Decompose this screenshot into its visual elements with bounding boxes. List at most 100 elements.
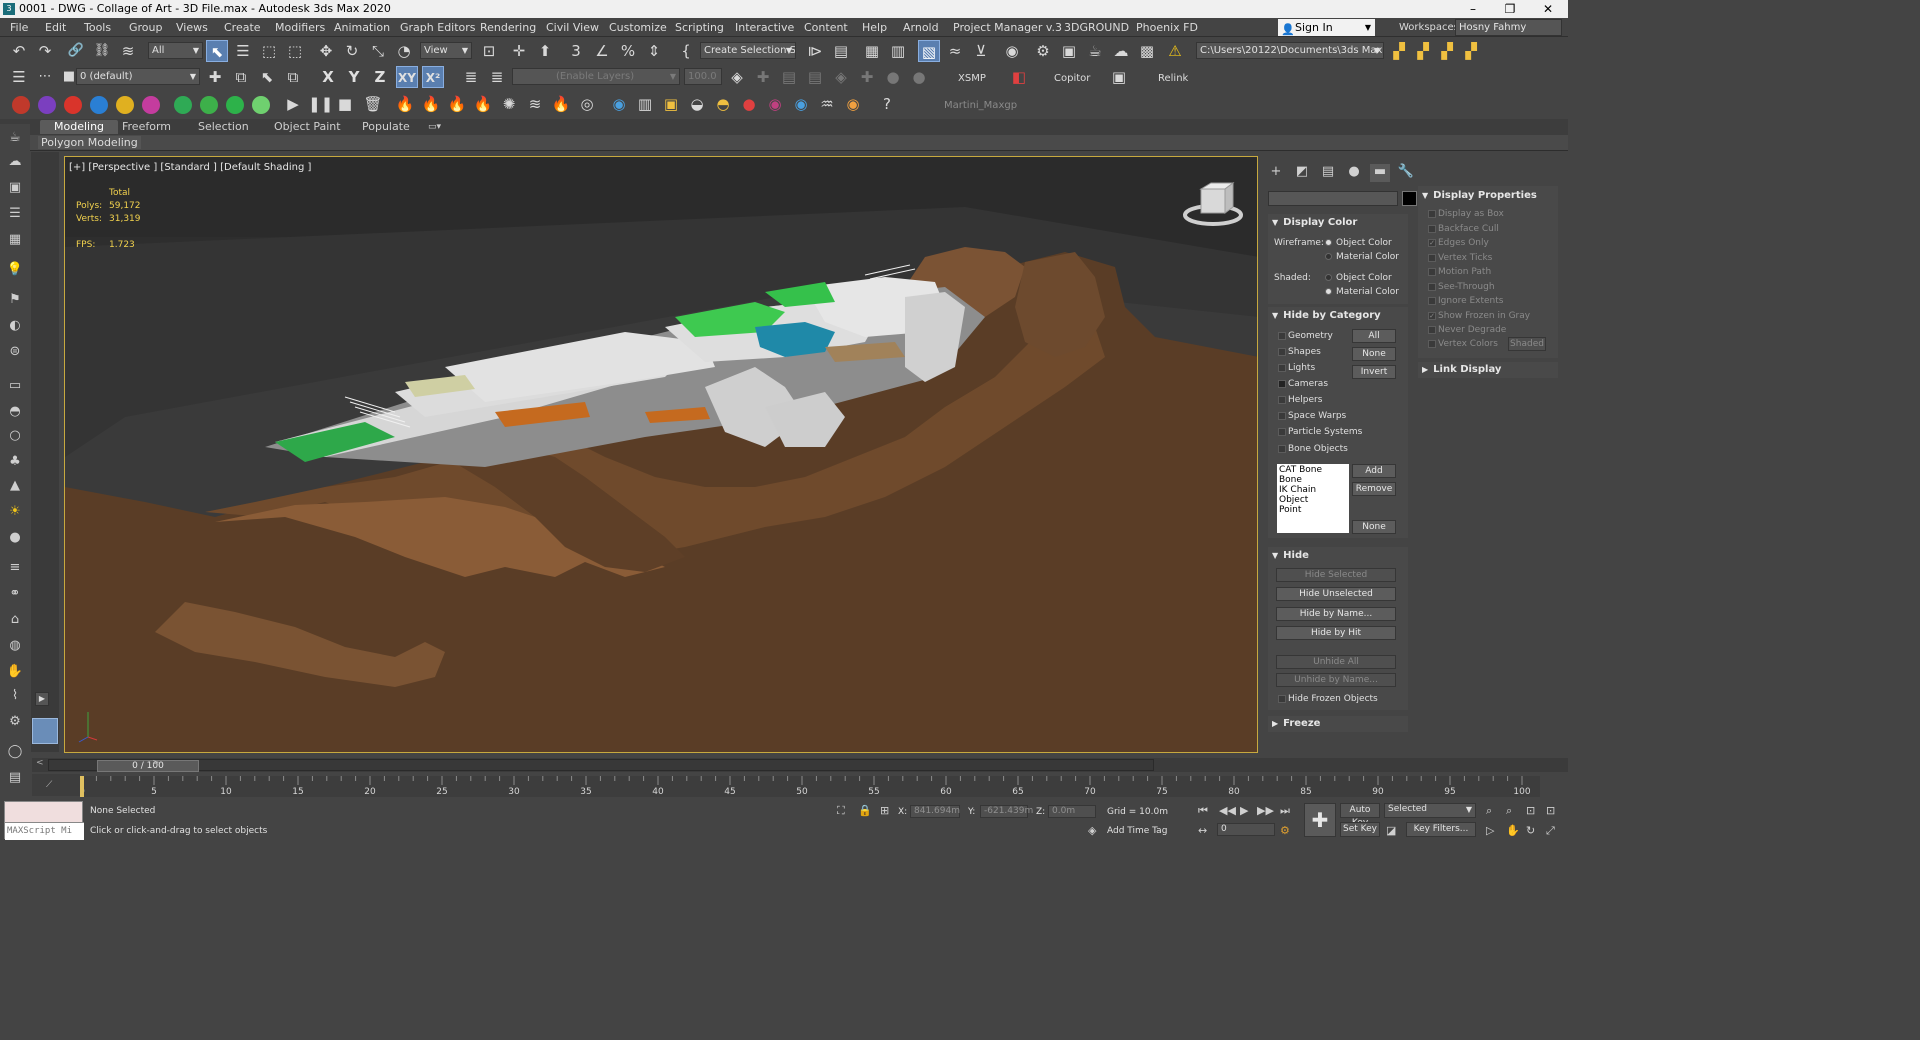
project-add-icon[interactable]: ▞ xyxy=(1412,40,1434,62)
emitter-icon[interactable]: ≋ xyxy=(524,93,546,115)
swirl-icon[interactable]: ◎ xyxy=(576,93,598,115)
lights-checkbox[interactable] xyxy=(1278,364,1286,372)
reference-coordinate-dropdown[interactable]: View ▼ xyxy=(420,42,472,59)
liquid-1-icon[interactable]: ◉ xyxy=(608,93,630,115)
unhide-all-button[interactable]: Unhide All xyxy=(1276,655,1396,669)
liquid-10-icon[interactable]: ◉ xyxy=(842,93,864,115)
create-new-layer-icon[interactable]: ✚ xyxy=(204,66,226,88)
go-to-end-icon[interactable]: ⏭ xyxy=(1280,804,1290,818)
pause-icon[interactable]: ❚❚ xyxy=(308,93,333,115)
fire-5-icon[interactable]: 🔥 xyxy=(550,93,572,115)
track-bar-ruler[interactable]: 0510152025303540455055606570758085909510… xyxy=(80,776,1540,797)
menu-rendering[interactable]: Rendering xyxy=(480,21,536,34)
maxscript-input[interactable]: MAXScript Mi xyxy=(5,822,84,840)
menu-group[interactable]: Group xyxy=(129,21,163,34)
layer-tools-7-icon[interactable]: ● xyxy=(882,66,904,88)
curve-editor-icon[interactable]: ≈ xyxy=(944,40,966,62)
schematic-view-icon[interactable]: ⊻ xyxy=(970,40,992,62)
set-key-button[interactable]: Set Key xyxy=(1340,822,1380,837)
hide-icon[interactable]: ⋯ xyxy=(34,66,56,88)
place-icon[interactable]: ◔ xyxy=(393,40,415,62)
liquid-8-icon[interactable]: ◉ xyxy=(790,93,812,115)
key-selection-dropdown[interactable]: Selected ▼ xyxy=(1384,803,1476,818)
create-tab-icon[interactable]: + xyxy=(1266,164,1286,182)
stop-icon[interactable]: ■ xyxy=(334,93,356,115)
vertex-colors-shaded-button[interactable]: Shaded xyxy=(1508,337,1546,351)
menu-graph-editors[interactable]: Graph Editors xyxy=(400,21,476,34)
set-current-layer-icon[interactable]: ⧉ xyxy=(282,66,304,88)
ball-icon[interactable]: ● xyxy=(4,528,26,548)
utilities-tab-icon[interactable]: 🔧 xyxy=(1396,164,1416,182)
edit-named-selection-icon[interactable]: { xyxy=(675,40,697,62)
window-crossing-icon[interactable]: ⬚ xyxy=(284,40,306,62)
menu-project-manager[interactable]: Project Manager v.3 xyxy=(953,21,1062,34)
hide-by-hit-button[interactable]: Hide by Hit xyxy=(1276,626,1396,640)
relink-icon[interactable]: ▣ xyxy=(1108,66,1130,88)
plugin-10-icon[interactable] xyxy=(252,96,270,114)
display-as-box-checkbox[interactable] xyxy=(1428,210,1436,218)
copitor-icon[interactable]: ◧ xyxy=(1008,66,1030,88)
category-none-button[interactable]: None xyxy=(1352,347,1396,361)
light-icon[interactable]: 💡 xyxy=(4,260,26,280)
helper-icon[interactable]: ⌂ xyxy=(4,610,26,630)
liquid-4-icon[interactable]: ◒ xyxy=(686,93,708,115)
category-add-button[interactable]: Add xyxy=(1352,464,1396,478)
layer-explorer-icon[interactable]: ▦ xyxy=(861,40,883,62)
plugin-8-icon[interactable] xyxy=(200,96,218,114)
angle-snap-icon[interactable]: ∠ xyxy=(591,40,613,62)
play-animation-icon[interactable]: ▶ xyxy=(1240,804,1248,817)
axis-xy-cycle-button[interactable]: X² xyxy=(422,66,444,88)
time-tag-icon[interactable]: ◈ xyxy=(1088,824,1096,837)
plugin-2-icon[interactable] xyxy=(38,96,56,114)
sign-in-button[interactable]: 👤 Sign In ▼ xyxy=(1278,19,1375,36)
space-warps-checkbox[interactable] xyxy=(1278,412,1286,420)
align-icon[interactable]: ▤ xyxy=(830,40,852,62)
table-icon[interactable]: ▦ xyxy=(4,230,26,250)
render-production-icon[interactable]: ☕ xyxy=(1084,40,1106,62)
selection-filter-dropdown[interactable]: All ▼ xyxy=(148,42,203,59)
hide-frozen-checkbox[interactable] xyxy=(1278,695,1286,703)
fire-4-icon[interactable]: 🔥 xyxy=(472,93,494,115)
teapot-icon[interactable]: ☕ xyxy=(4,128,26,148)
menu-help[interactable]: Help xyxy=(862,21,887,34)
menu-customize[interactable]: Customize xyxy=(609,21,667,34)
hide-header[interactable]: ▼ Hide xyxy=(1272,550,1309,561)
time-slider-track[interactable]: 0 / 100 xyxy=(48,759,1154,772)
camera-icon[interactable]: ◐ xyxy=(4,316,26,336)
plugin-3-icon[interactable] xyxy=(64,96,82,114)
fire-1-icon[interactable]: 🔥 xyxy=(394,93,416,115)
wireframe-material-color-radio[interactable] xyxy=(1325,253,1332,260)
render-in-cloud-icon[interactable]: ☁ xyxy=(1110,40,1132,62)
perspective-viewport[interactable]: [+] [Perspective ] [Standard ] [Default … xyxy=(64,156,1258,753)
category-remove-button[interactable]: Remove xyxy=(1352,482,1396,496)
see-through-checkbox[interactable] xyxy=(1428,283,1436,291)
fire-3-icon[interactable]: 🔥 xyxy=(446,93,468,115)
dome-icon[interactable]: ◓ xyxy=(4,402,26,422)
menu-views[interactable]: Views xyxy=(176,21,208,34)
go-to-start-icon[interactable]: ⏮ xyxy=(1198,804,1208,818)
maximize-button[interactable]: ❐ xyxy=(1492,0,1528,18)
expand-layouts-icon[interactable]: ▶ xyxy=(35,692,49,706)
fire-2-icon[interactable]: 🔥 xyxy=(420,93,442,115)
axis-y-button[interactable]: Y xyxy=(343,66,365,88)
copitor-button[interactable]: Copitor xyxy=(1054,73,1090,84)
auto-key-button[interactable]: Auto Key xyxy=(1340,803,1380,828)
bone-category-list[interactable]: CAT Bone Bone IK Chain Object Point xyxy=(1277,464,1349,533)
list-item[interactable]: IK Chain Object xyxy=(1279,485,1347,505)
redo-icon[interactable]: ↷ xyxy=(34,40,56,62)
rectangular-selection-icon[interactable]: ⬚ xyxy=(258,40,280,62)
time-slider[interactable]: < 0 / 100 > xyxy=(32,758,1568,772)
tree-icon[interactable]: ♣ xyxy=(4,452,26,472)
zoom-extents-all-icon[interactable]: ⊡ xyxy=(1546,804,1555,817)
spinner-snap-icon[interactable]: ⇕ xyxy=(643,40,665,62)
plugin-7-icon[interactable] xyxy=(174,96,192,114)
previous-key-icon[interactable]: ◀◀ xyxy=(1219,804,1236,817)
delete-icon[interactable]: 🗑 xyxy=(362,93,384,115)
x-coordinate-field[interactable]: 841.694m xyxy=(910,805,960,818)
menu-phoenix-fd[interactable]: Phoenix FD xyxy=(1136,21,1198,34)
scale-icon[interactable]: ⤡ xyxy=(367,40,389,62)
maximize-viewport-icon[interactable]: ⤢ xyxy=(1546,824,1555,838)
hide-unselected-button[interactable]: Hide Unselected xyxy=(1276,587,1396,601)
menu-arnold[interactable]: Arnold xyxy=(903,21,939,34)
morph-icon[interactable]: ⚭ xyxy=(4,584,26,604)
